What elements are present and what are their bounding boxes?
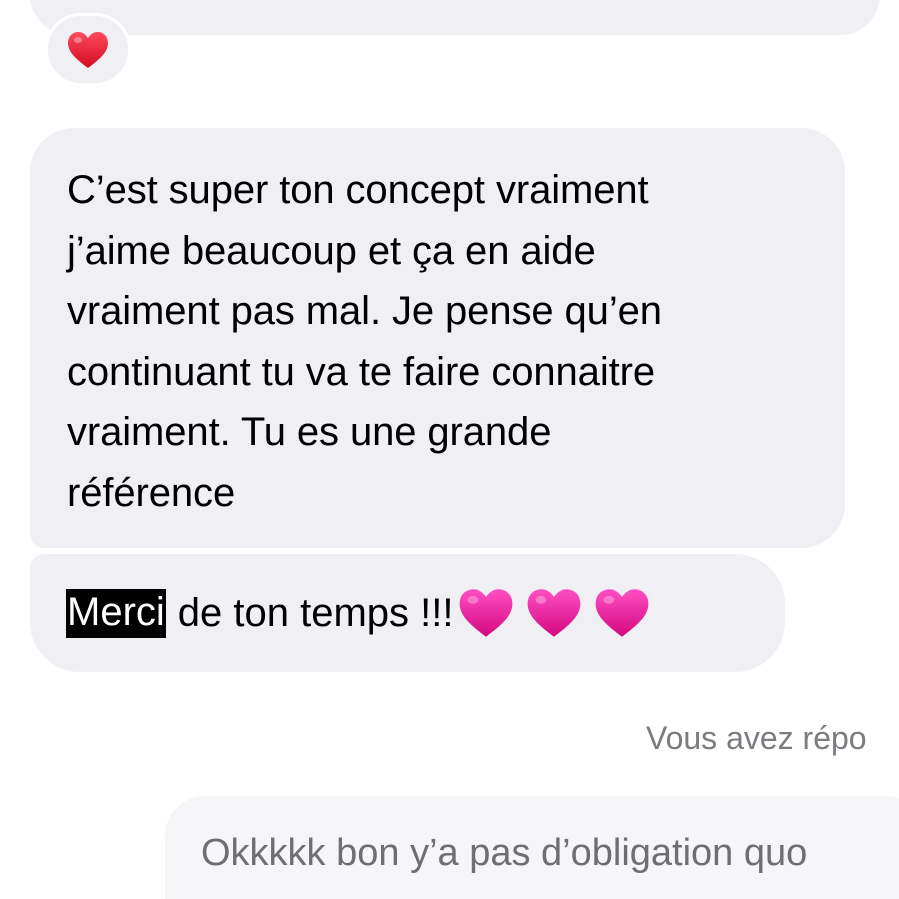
message-line: continuant tu va te faire connaitre [67,349,655,394]
message-text-rest: de ton temps !!! [177,590,454,635]
pink-heart-icon [596,589,649,637]
red-heart-icon [68,31,108,68]
pink-heart-icon [528,589,581,637]
message-bubble[interactable]: C’est super ton concept vraiment j’aime … [30,128,845,548]
message-line: C’est super ton concept vraiment [67,168,649,212]
message-text: C’est super ton concept vraiment j’aime … [67,160,825,523]
replied-message-preview[interactable]: Okkkkk bon y’a pas d’obligation quo [165,796,899,899]
previous-message-bubble[interactable] [30,0,880,35]
message-bubble[interactable]: Merci de ton temps !!! [30,554,785,672]
reply-status-label: Vous avez répo [646,720,867,756]
message-line: vraiment pas mal. Je pense qu’en [67,289,662,333]
message-line: référence [67,470,236,515]
emoji-group [457,586,661,640]
message-text: Merci de ton temps !!! [66,586,661,640]
pink-heart-icon [460,589,513,637]
reply-preview-text: Okkkkk bon y’a pas d’obligation quo [201,832,808,874]
selected-word[interactable]: Merci [66,588,166,638]
message-line: vraiment. Tu es une grande [67,410,552,454]
message-line: j’aime beaucoup et ça en aide [67,228,596,273]
chat-thread: C’est super ton concept vraiment j’aime … [0,0,899,899]
message-reaction[interactable] [45,13,131,86]
